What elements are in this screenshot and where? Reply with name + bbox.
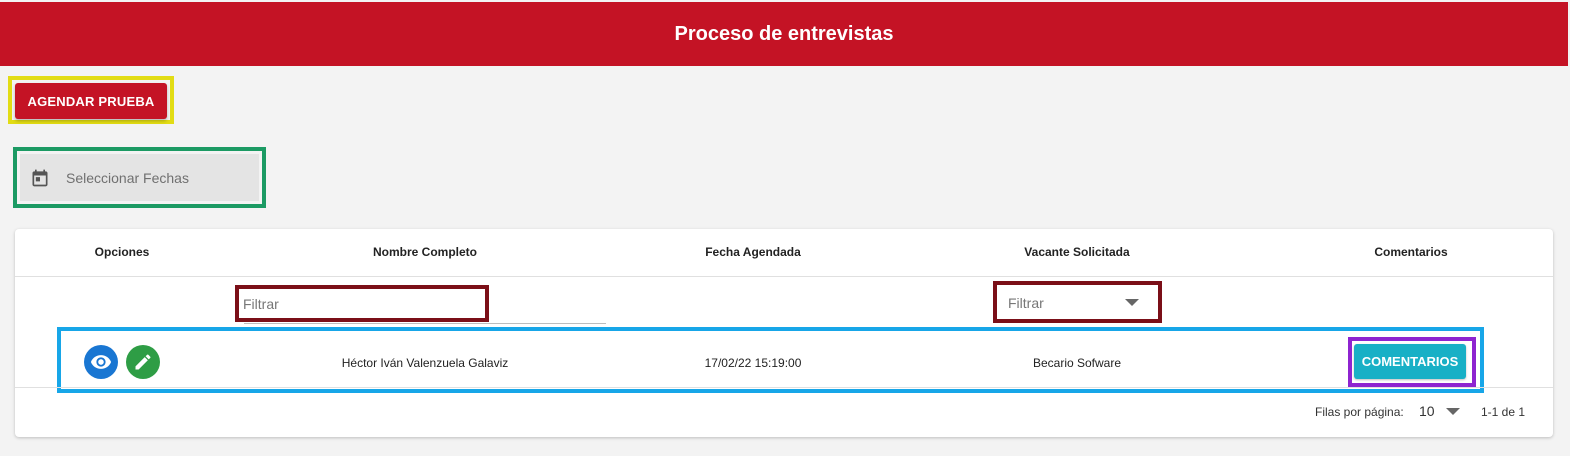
date-picker-placeholder: Seleccionar Fechas bbox=[66, 169, 189, 186]
name-filter-highlight bbox=[235, 285, 489, 322]
rows-per-page-label: Filas por página: bbox=[1315, 405, 1404, 419]
view-button[interactable] bbox=[84, 345, 118, 379]
name-filter-input[interactable] bbox=[243, 293, 481, 315]
schedule-button-highlight: AGENDAR PRUEBA bbox=[8, 76, 174, 124]
page-title: Proceso de entrevistas bbox=[674, 22, 894, 45]
column-header-comments: Comentarios bbox=[1374, 245, 1448, 259]
eye-icon bbox=[90, 355, 112, 369]
pencil-icon bbox=[135, 354, 151, 370]
column-header-date: Fecha Agendada bbox=[705, 245, 801, 259]
column-header-vacancy: Vacante Solicitada bbox=[1024, 245, 1130, 259]
app-header: Proceso de entrevistas bbox=[0, 2, 1568, 66]
vacancy-filter-highlight: Filtrar bbox=[993, 281, 1162, 323]
edit-button[interactable] bbox=[126, 345, 160, 379]
comments-button-highlight: COMENTARIOS bbox=[1348, 337, 1476, 387]
name-filter-underline bbox=[244, 323, 606, 324]
vacancy-filter-placeholder: Filtrar bbox=[1008, 295, 1044, 311]
column-header-options: Opciones bbox=[94, 245, 150, 259]
comments-button[interactable]: COMENTARIOS bbox=[1354, 344, 1466, 379]
schedule-test-button[interactable]: AGENDAR PRUEBA bbox=[15, 83, 167, 119]
chevron-down-icon bbox=[1125, 299, 1139, 306]
rows-per-page-select[interactable]: 10 bbox=[1419, 403, 1435, 419]
date-picker-highlight: Seleccionar Fechas bbox=[13, 147, 266, 208]
row-full-name: Héctor Iván Valenzuela Galaviz bbox=[341, 356, 509, 370]
date-range-picker[interactable]: Seleccionar Fechas bbox=[20, 154, 259, 201]
vacancy-filter-select[interactable]: Filtrar bbox=[997, 285, 1158, 319]
row-scheduled-date: 17/02/22 15:19:00 bbox=[704, 356, 802, 370]
chevron-down-icon[interactable] bbox=[1446, 408, 1460, 415]
row-divider bbox=[15, 387, 1553, 388]
interviews-table: Opciones Nombre Completo Fecha Agendada … bbox=[15, 229, 1553, 437]
column-header-name: Nombre Completo bbox=[372, 245, 478, 259]
header-divider bbox=[15, 276, 1553, 277]
row-vacancy: Becario Sofware bbox=[1032, 356, 1122, 370]
calendar-icon bbox=[32, 169, 48, 186]
pagination-range: 1-1 de 1 bbox=[1481, 405, 1526, 419]
